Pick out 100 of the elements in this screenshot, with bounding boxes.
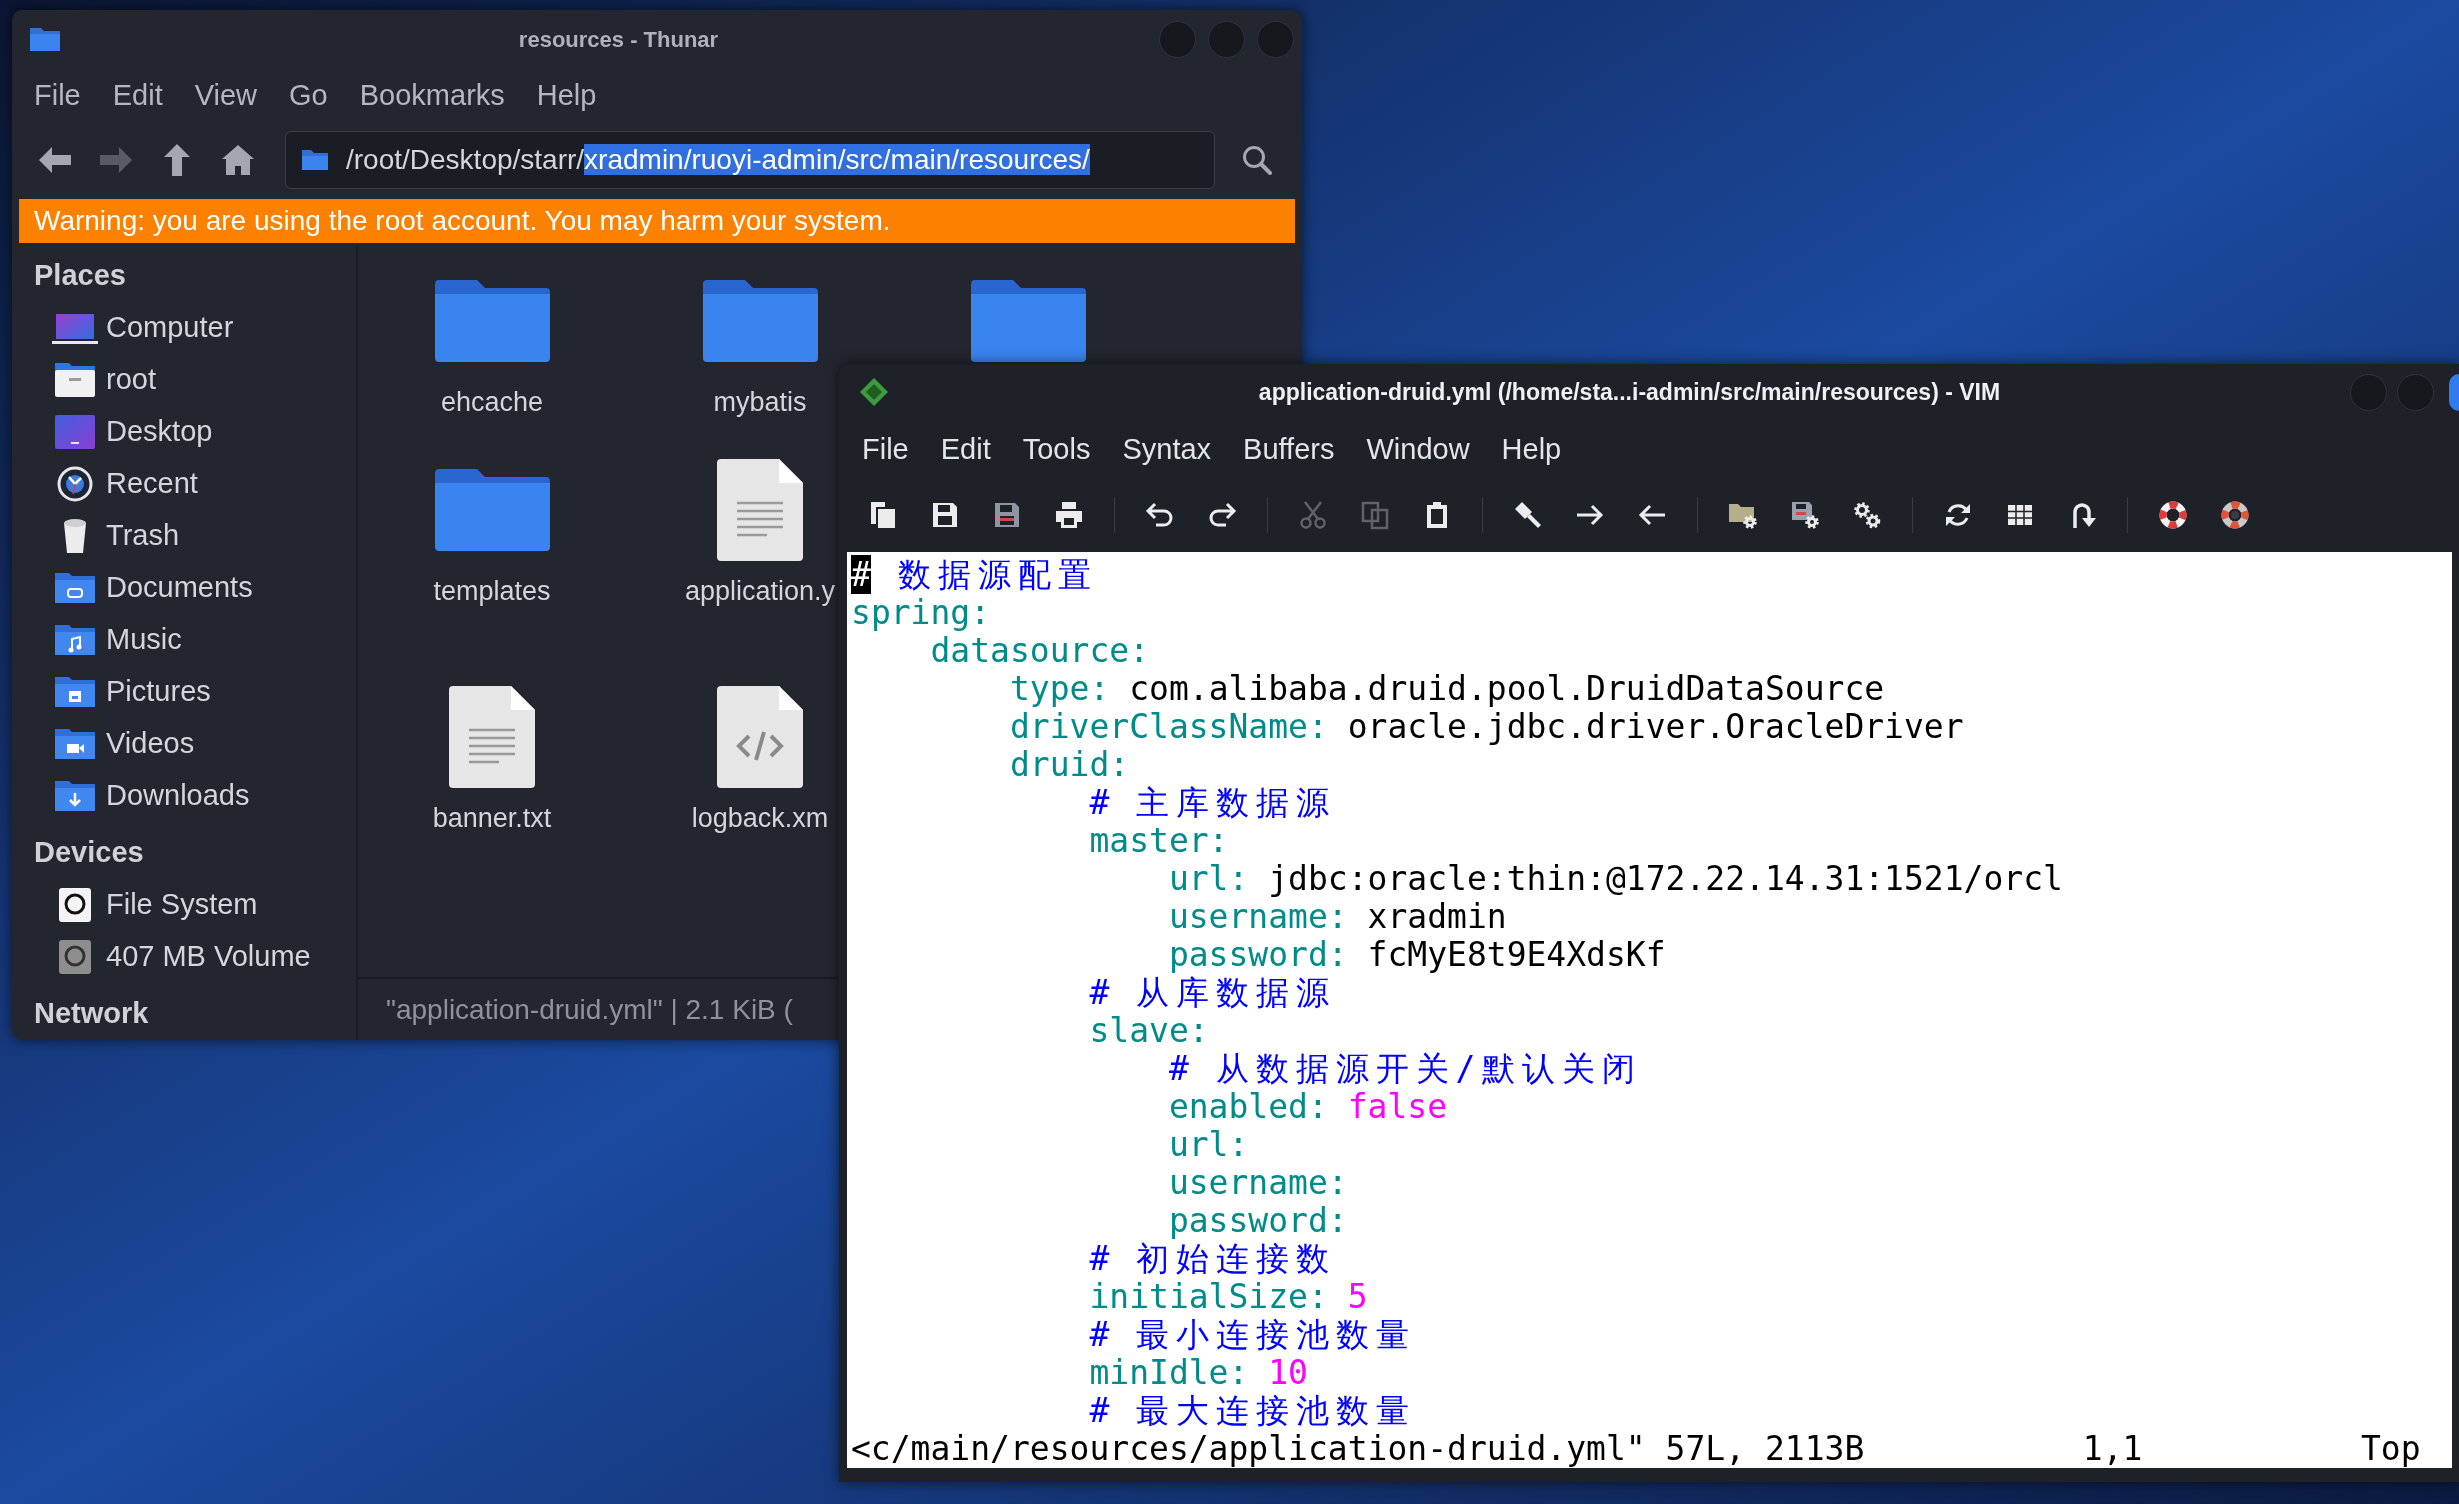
code-comment: # 从数据源开关/默认关闭 [1168,1050,1643,1088]
sidebar-item[interactable]: root [12,354,356,406]
menu-item[interactable]: Window [1350,428,1486,472]
music-folder-icon [52,622,98,658]
hammer-icon [1513,500,1543,530]
sidebar-item[interactable]: File System [12,879,356,931]
lifebuoy-icon [2220,500,2250,530]
scissors-icon [1298,500,1328,530]
folder-icon [702,280,818,362]
yaml-key: enabled: [1168,1088,1328,1126]
code-comment: # 初始连接数 [1089,1240,1337,1278]
folder-item[interactable]: mybatis [702,266,818,420]
sidebar-item[interactable]: Desktop [12,406,356,458]
copy-icon [1360,500,1390,530]
folder-icon [434,280,550,362]
yaml-key: spring: [851,594,991,632]
menu-item[interactable]: Bookmarks [343,74,521,118]
yaml-key: url: [1168,860,1249,898]
document-item[interactable]: logback.xm [687,682,833,836]
folder-icon [434,469,550,551]
gears-icon [1852,500,1882,530]
code-comment: # 数据源配置 [851,556,1098,594]
code-comment: # 最小连接池数量 [1089,1316,1417,1354]
up-arrow-icon [163,144,191,176]
yaml-value: false [1347,1088,1448,1126]
yaml-key: druid: [1009,746,1130,784]
sidebar-item[interactable]: Downloads [12,770,356,822]
pictures-folder-icon [52,674,98,710]
floppy-gear-icon [1790,500,1820,530]
search-icon [1242,145,1272,175]
yaml-key: datasource: [930,632,1150,670]
code-document-icon [717,686,803,788]
yaml-value: fcMyE8t9E4XdsKf [1367,936,1666,974]
yaml-key: password: [1168,1202,1348,1240]
document-icon [717,459,803,561]
menu-item[interactable]: Buffers [1227,428,1351,472]
yaml-key: master: [1089,822,1229,860]
right-arrow-icon [100,146,132,174]
redo-arrow-icon [1207,500,1237,530]
folder-icon [970,280,1086,362]
yaml-key: username: [1168,898,1348,936]
folder-icon [30,27,60,51]
menu-item[interactable]: Edit [924,428,1007,472]
sidebar-item[interactable]: 407 MB Volume [12,931,356,983]
document-icon [449,686,535,788]
sidebar-item[interactable]: Trash [12,510,356,562]
section-header: Places [34,257,126,293]
yaml-key: password: [1168,936,1348,974]
sidebar-item[interactable]: Videos [12,718,356,770]
section-header: Devices [34,834,144,870]
menu-item[interactable]: Tools [1006,428,1107,472]
home-folder-icon [52,362,98,398]
menu-item[interactable]: Syntax [1106,428,1228,472]
warning-text: Warning: you are using the root account. You may harm your system. [34,204,891,238]
undo-arrow-icon [1145,500,1175,530]
sidebar-item[interactable]: Music [12,614,356,666]
scroll-position: Top [2360,1429,2421,1468]
folder-item[interactable] [970,280,1086,362]
menu-item[interactable]: File [846,428,925,472]
menu-item[interactable]: Edit [96,74,179,118]
yaml-key: driverClassName: [1009,708,1328,746]
yaml-value: 10 [1268,1354,1308,1392]
status-message: <c/main/resources/application-druid.yml" 57L, 2113B [851,1429,1865,1468]
yaml-key: url: [1168,1126,1249,1164]
yaml-value: oracle.jdbc.driver.OracleDriver [1347,708,1964,746]
code-comment: # 主库数据源 [1089,784,1337,822]
yaml-value: 5 [1347,1278,1368,1316]
folder-item[interactable]: templates [429,455,555,609]
menu-item[interactable]: View [178,74,274,118]
yaml-value: jdbc:oracle:thin:@172.22.14.31:1521/orcl [1268,860,2063,898]
menu-item[interactable]: File [18,74,97,118]
documents-folder-icon [52,570,98,606]
window-control-button[interactable] [2449,373,2459,411]
folder-icon [302,150,328,170]
left-arrow-icon [39,146,71,174]
document-item[interactable]: application.y [680,455,840,609]
menu-item[interactable]: Help [1485,428,1578,472]
yaml-key: minIdle: [1089,1354,1249,1392]
menu-item[interactable]: Go [273,74,344,118]
menu-item[interactable]: Help [520,74,613,118]
code-comment: # 从库数据源 [1089,974,1337,1012]
code-comment: # 最大连接池数量 [1089,1392,1417,1430]
cursor-position: 1,1 [2082,1429,2143,1468]
document-item[interactable]: banner.txt [428,682,556,836]
yaml-key: username: [1168,1164,1348,1202]
printer-icon [1054,500,1084,530]
yaml-value: xradmin [1367,898,1507,936]
videos-folder-icon [52,726,98,762]
sidebar-item[interactable]: Recent [12,458,356,510]
section-header: Network [34,995,149,1031]
status-text: "application-druid.yml" | 2.1 KiB ( [386,992,793,1027]
sidebar-item[interactable]: Pictures [12,666,356,718]
yaml-value: com.alibaba.druid.pool.DruidDataSource [1129,670,1885,708]
lifebuoy-icon [2158,500,2188,530]
sidebar-item[interactable]: Computer [12,302,356,354]
sidebar-item[interactable]: Documents [12,562,356,614]
house-icon [222,145,254,175]
folder-item[interactable]: ehcache [434,266,550,420]
window-title: application-druid.yml (/home/sta...i-admin/src/main/resources) - VIM [1258,377,2001,407]
desktop-icon [52,414,98,450]
